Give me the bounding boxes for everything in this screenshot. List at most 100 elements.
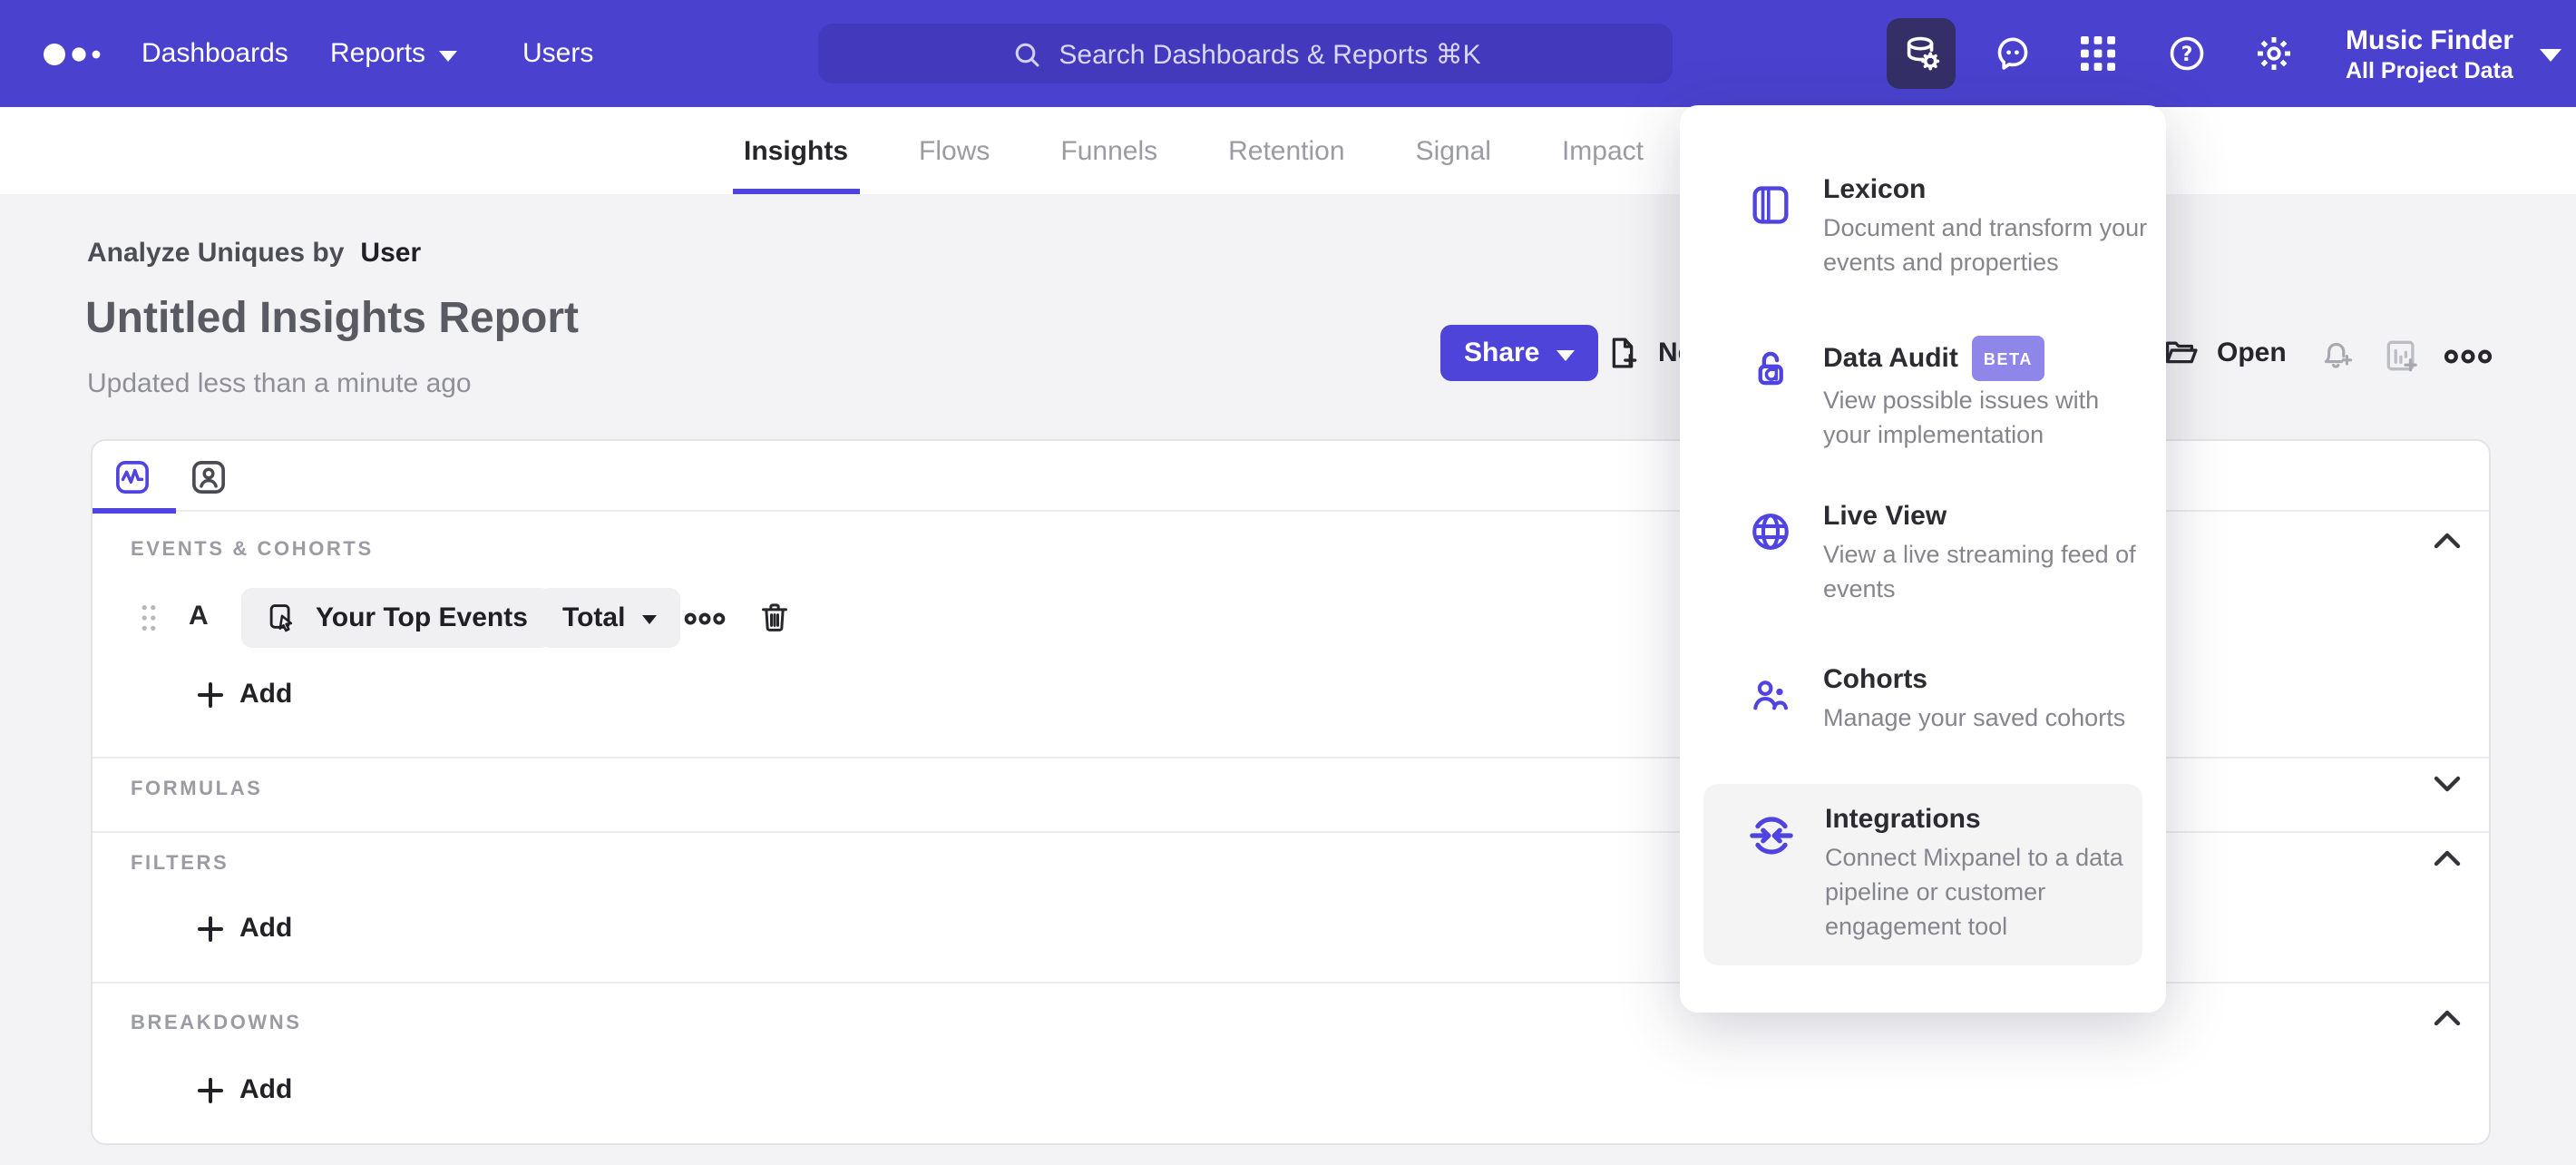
add-to-board-button[interactable] [2382, 336, 2422, 376]
add-filter-button[interactable]: Add [198, 913, 292, 944]
analyze-value[interactable]: User [360, 238, 421, 269]
tab-signal-label: Signal [1415, 135, 1491, 166]
project-scope: All Project Data [2346, 57, 2513, 83]
collapse-events-button[interactable] [2433, 532, 2462, 550]
collapse-breakdowns-button[interactable] [2433, 1009, 2462, 1027]
more-actions-button[interactable] [2444, 347, 2493, 367]
top-navbar: Dashboards Reports Users Search Dashboar… [0, 0, 2576, 107]
analyze-line: Analyze Uniques by User [87, 238, 421, 269]
alert-bell-button[interactable] [2317, 336, 2355, 374]
data-management-button[interactable] [1887, 18, 1956, 89]
section-breakdowns-label: BREAKDOWNS [131, 1013, 302, 1034]
expand-formulas-button[interactable] [2433, 775, 2462, 793]
tab-profiles-builder[interactable] [185, 454, 232, 501]
nav-dashboards-label: Dashboards [141, 38, 288, 69]
tab-insights[interactable]: Insights [733, 107, 859, 194]
nav-users[interactable]: Users [522, 0, 593, 107]
chevron-down-icon [641, 615, 657, 624]
tab-retention[interactable]: Retention [1217, 107, 1355, 194]
menu-item-description: Manage your saved cohorts [1823, 704, 2126, 731]
metric-selector-chip[interactable]: Total [539, 588, 680, 648]
help-icon: ? [2169, 36, 2203, 71]
globe-icon [1747, 508, 1794, 606]
project-selector[interactable]: Music Finder All Project Data [2346, 0, 2561, 107]
analyze-label: Analyze Uniques by [87, 238, 345, 269]
chevron-down-icon [1556, 349, 1575, 360]
chart-plus-icon [2386, 340, 2417, 372]
chevron-up-icon [2434, 850, 2461, 866]
add-event-button[interactable]: Add [198, 679, 292, 710]
plus-icon [198, 1077, 223, 1102]
apps-grid-button[interactable] [2070, 0, 2124, 107]
event-cursor-icon [269, 604, 293, 632]
event-row-letter: A [189, 601, 209, 631]
menu-item-integrations[interactable]: Integrations Connect Mixpanel to a data … [1703, 784, 2142, 965]
ellipsis-icon [684, 612, 726, 625]
page-title[interactable]: Untitled Insights Report [85, 294, 579, 345]
active-tab-underline [93, 508, 176, 514]
chevron-down-icon [438, 50, 457, 61]
chevron-up-icon [2434, 1010, 2461, 1026]
drag-handle-icon[interactable] [140, 602, 158, 642]
tab-flows-label: Flows [919, 135, 990, 166]
delete-event-button[interactable] [756, 599, 793, 637]
feedback-button[interactable] [1985, 0, 2039, 107]
settings-button[interactable] [2246, 0, 2300, 107]
search-icon [1015, 42, 1039, 66]
chat-bubble-icon [1996, 37, 2027, 70]
add-breakdown-button[interactable]: Add [198, 1074, 292, 1105]
mixpanel-app: Dashboards Reports Users Search Dashboar… [0, 0, 2576, 1165]
integrations-arrows-icon [1747, 811, 1796, 965]
svg-text:?: ? [2181, 44, 2192, 66]
search-input[interactable]: Search Dashboards & Reports ⌘K [818, 24, 1673, 83]
menu-item-title: Integrations [1825, 804, 1981, 835]
menu-item-description: View a live streaming feed of events [1823, 541, 2136, 602]
event-selector-chip[interactable]: Your Top Events [241, 588, 551, 648]
gear-icon [2256, 36, 2290, 71]
menu-item-title: Data Audit BETA [1823, 336, 2150, 381]
section-events-cohorts-label: EVENTS & COHORTS [131, 539, 374, 561]
tab-events-builder[interactable] [109, 454, 156, 501]
menu-item-live-view[interactable]: Live View View a live streaming feed of … [1703, 481, 2142, 606]
report-tabbar: Insights Flows Funnels Retention Signal … [0, 107, 2576, 194]
tab-flows[interactable]: Flows [908, 107, 1000, 194]
search-placeholder: Search Dashboards & Reports ⌘K [1059, 39, 1481, 70]
tab-signal[interactable]: Signal [1405, 107, 1502, 194]
menu-item-title: Live View [1823, 501, 1947, 532]
database-gear-icon [1906, 36, 1939, 71]
nav-reports[interactable]: Reports [330, 0, 457, 107]
add-breakdown-label: Add [239, 1074, 293, 1105]
pulse-chart-icon [116, 461, 149, 494]
collapse-filters-button[interactable] [2433, 849, 2462, 867]
add-event-label: Add [239, 679, 293, 710]
book-icon [1747, 181, 1794, 279]
grid-icon [2080, 36, 2114, 71]
tab-impact[interactable]: Impact [1551, 107, 1654, 194]
section-filters-label: FILTERS [131, 853, 229, 875]
share-button[interactable]: Share [1440, 325, 1598, 381]
project-name: Music Finder [2346, 24, 2514, 55]
menu-item-lexicon[interactable]: Lexicon Document and transform your even… [1703, 154, 2147, 279]
open-report-button[interactable]: Open [2162, 334, 2287, 372]
mixpanel-logo[interactable] [40, 0, 109, 107]
tab-impact-label: Impact [1561, 135, 1644, 166]
data-management-menu: Lexicon Document and transform your even… [1680, 105, 2166, 1013]
event-selector-label: Your Top Events [316, 602, 528, 633]
nav-users-label: Users [522, 38, 594, 69]
tab-funnels-label: Funnels [1060, 135, 1158, 166]
beta-badge: BETA [1972, 336, 2044, 381]
chevron-down-icon [2539, 49, 2561, 62]
menu-item-data-audit[interactable]: Data Audit BETA View possible issues wit… [1703, 318, 2142, 452]
tab-insights-label: Insights [744, 135, 849, 166]
chevron-up-icon [2434, 533, 2461, 549]
event-row-more-button[interactable] [684, 610, 726, 628]
menu-item-cohorts[interactable]: Cohorts Manage your saved cohorts [1703, 644, 2142, 735]
help-button[interactable]: ? [2159, 0, 2213, 107]
insights-page: Analyze Uniques by User Untitled Insights… [0, 194, 2576, 1165]
plus-icon [198, 915, 223, 941]
ellipsis-icon [2444, 349, 2493, 364]
tab-funnels[interactable]: Funnels [1049, 107, 1168, 194]
plus-icon [198, 681, 223, 707]
updated-timestamp: Updated less than a minute ago [87, 368, 472, 399]
nav-dashboards[interactable]: Dashboards [141, 0, 288, 107]
